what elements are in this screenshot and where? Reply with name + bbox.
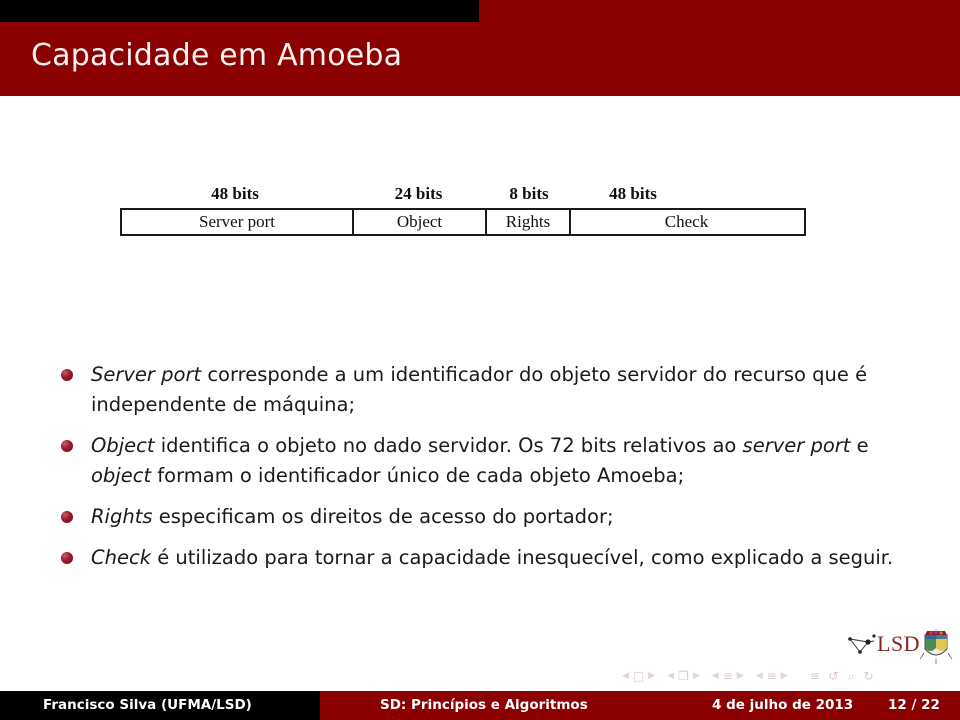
lsd-logo-text: LSD <box>877 631 921 656</box>
nav-next-document-icon[interactable]: ▶ <box>781 671 788 681</box>
nav-tail-group[interactable]: ≡ ↺ ⌕ ↻ <box>810 670 874 682</box>
nav-prev-document-icon[interactable]: ◀ <box>756 671 763 681</box>
presentation-slide: Capacidade em Amoeba 48 bits 24 bits 8 b… <box>0 0 960 720</box>
bullet-text: Server port corresponde a um identificad… <box>91 363 868 416</box>
bullet-text: Rights especificam os direitos de acesso… <box>91 505 614 528</box>
list-item: Rights especificam os direitos de acesso… <box>58 502 900 532</box>
slide-body: Server port corresponde a um identificad… <box>58 360 900 584</box>
nav-prev-frame-icon[interactable]: ◀ <box>622 671 629 681</box>
bit-label-rights: 8 bits <box>509 184 549 203</box>
footer-author: Francisco Silva (UFMA/LSD) <box>43 697 252 713</box>
nav-group-frame[interactable]: ◀ □ ▶ <box>622 670 655 682</box>
list-item: Check é utilizado para tornar a capacida… <box>58 543 900 573</box>
bullet-text: Object identifica o objeto no dado servi… <box>91 434 869 487</box>
nav-document-icon[interactable]: ≡ <box>767 670 777 682</box>
nav-toc-icon[interactable]: ≡ <box>810 670 820 682</box>
field-cell-check: Check <box>569 210 802 234</box>
footer-date: 4 de julho de 2013 <box>712 697 854 713</box>
capability-diagram: 48 bits 24 bits 8 bits 48 bits Server po… <box>120 184 806 236</box>
bullet-ball-icon <box>61 552 73 564</box>
slide-footer: Francisco Silva (UFMA/LSD) SD: Princípio… <box>0 691 960 720</box>
page-title: Capacidade em Amoeba <box>31 38 403 73</box>
footer-subject: SD: Princípios e Algoritmos <box>380 697 588 713</box>
nav-back-icon[interactable]: ↺ <box>829 670 839 682</box>
nav-group-document[interactable]: ◀ ≡ ▶ <box>756 670 788 682</box>
bit-label-check: 48 bits <box>609 184 657 203</box>
bullet-ball-icon <box>61 511 73 523</box>
field-cell-object: Object <box>352 210 485 234</box>
field-cell-rights: Rights <box>485 210 569 234</box>
nav-search-icon[interactable]: ⌕ <box>848 670 855 682</box>
bullet-ball-icon <box>61 440 73 452</box>
footer-page-number: 12 / 22 <box>888 697 940 713</box>
capability-field-row: Server port Object Rights Check <box>120 208 806 236</box>
slide-header: Capacidade em Amoeba <box>0 0 960 96</box>
nav-group-section[interactable]: ◀ ≡ ▶ <box>712 670 744 682</box>
nav-group-subsection[interactable]: ◀ ❐ ▶ <box>667 670 700 682</box>
bit-label-server-port: 48 bits <box>211 184 259 203</box>
nav-forward-icon[interactable]: ↻ <box>863 670 873 682</box>
beamer-navigation-symbols[interactable]: ◀ □ ▶ ◀ ❐ ▶ ◀ ≡ ▶ ◀ ≡ ▶ ≡ ↺ ⌕ ↻ <box>622 666 952 686</box>
field-cell-server-port: Server port <box>198 212 275 231</box>
nav-next-subsection-icon[interactable]: ▶ <box>693 671 700 681</box>
list-item: Server port corresponde a um identificad… <box>58 360 900 420</box>
bit-label-object: 24 bits <box>394 184 443 203</box>
lsd-logo: LSD <box>845 627 957 667</box>
nav-next-section-icon[interactable]: ▶ <box>737 671 744 681</box>
bullet-ball-icon <box>61 369 73 381</box>
nav-next-frame-icon[interactable]: ▶ <box>648 671 655 681</box>
nav-section-icon[interactable]: ≡ <box>723 670 733 682</box>
list-item: Object identifica o objeto no dado servi… <box>58 431 900 491</box>
bullet-text: Check é utilizado para tornar a capacida… <box>91 546 894 569</box>
header-accent-bar <box>0 0 479 22</box>
nav-prev-section-icon[interactable]: ◀ <box>712 671 719 681</box>
nav-prev-subsection-icon[interactable]: ◀ <box>667 671 674 681</box>
bit-width-labels: 48 bits 24 bits 8 bits 48 bits <box>120 184 806 208</box>
nav-subsection-icon[interactable]: ❐ <box>678 670 689 682</box>
nav-frame-icon[interactable]: □ <box>633 670 644 682</box>
